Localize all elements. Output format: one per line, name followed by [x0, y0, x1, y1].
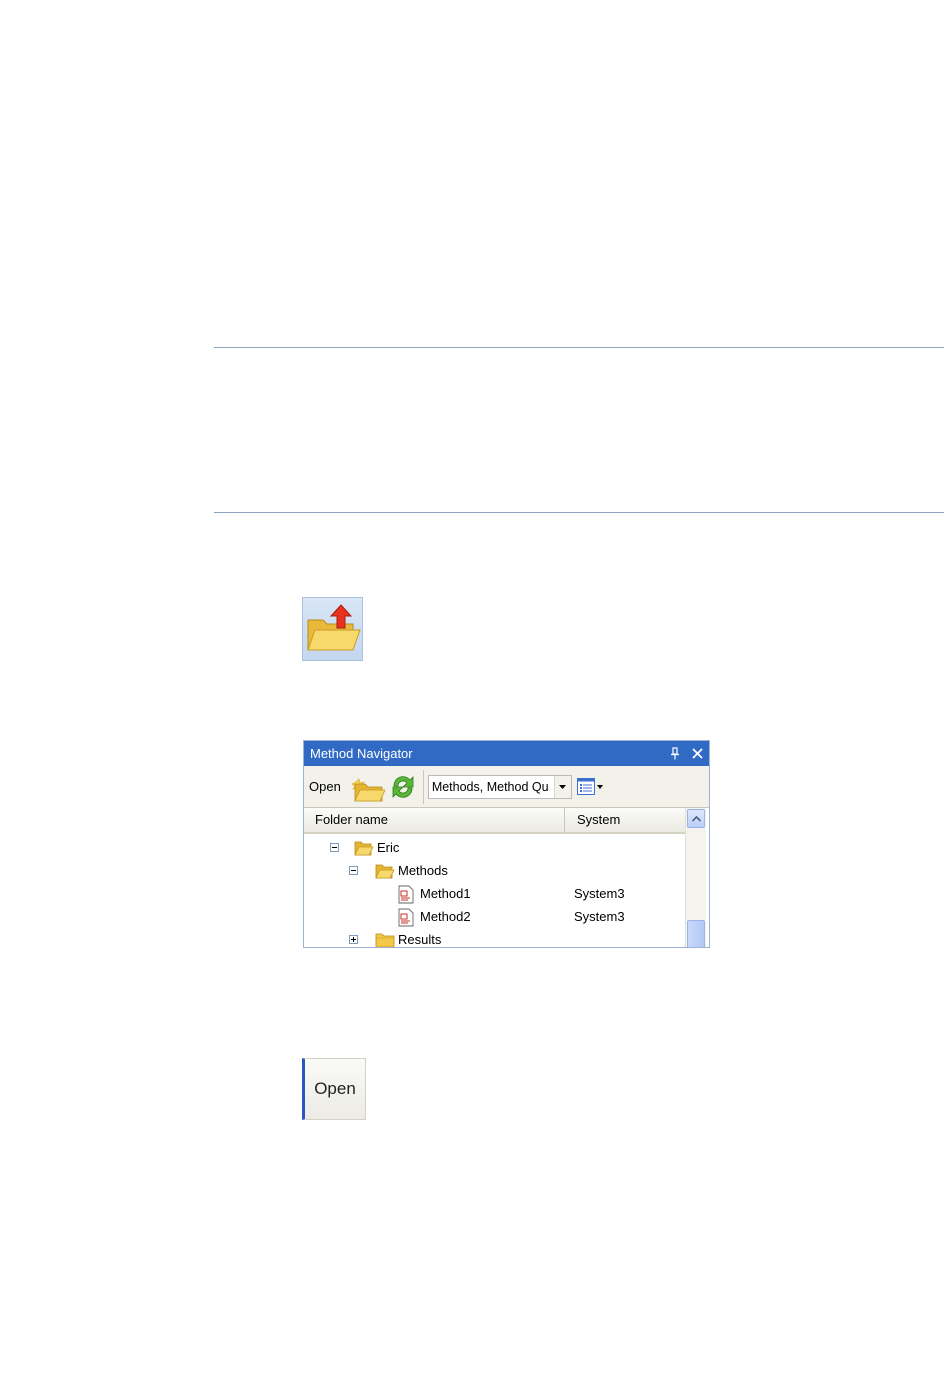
close-icon[interactable] — [691, 747, 703, 761]
tree-row-method1[interactable]: Method1 System3 — [304, 882, 685, 905]
tree-row-label: Eric — [377, 840, 400, 855]
refresh-icon[interactable] — [385, 769, 421, 805]
panel-titlebar: Method Navigator — [304, 741, 709, 766]
tree-row-label: Methods — [398, 863, 448, 878]
navigator-toolbar: Open Methods, Method Qu — [304, 766, 709, 808]
tree-row-results[interactable]: Results — [304, 928, 685, 947]
scrollbar-thumb[interactable] — [687, 920, 705, 947]
column-header-system[interactable]: System — [565, 808, 685, 832]
open-folder-icon — [354, 839, 374, 857]
open-button[interactable]: Open — [302, 1058, 366, 1120]
section-divider-bottom — [214, 512, 944, 513]
collapse-icon[interactable] — [330, 843, 339, 852]
column-header-folder-name[interactable]: Folder name — [304, 808, 565, 832]
method-file-icon — [397, 885, 417, 904]
open-folder-icon[interactable] — [302, 597, 363, 661]
folder-tree-list: Folder name System Eric Methods Method1 … — [304, 808, 685, 947]
tree-row-methods[interactable]: Methods — [304, 859, 685, 882]
chevron-down-icon — [596, 784, 603, 789]
filter-dropdown[interactable]: Methods, Method Qu — [427, 774, 572, 799]
tree-row-label: Method1 — [420, 886, 471, 901]
tree-row-label: Results — [398, 932, 442, 947]
new-folder-icon[interactable] — [349, 769, 385, 805]
column-header-row: Folder name System — [304, 808, 685, 834]
pin-icon[interactable] — [669, 747, 681, 761]
tree-row-system: System3 — [574, 886, 625, 901]
open-folder-icon — [375, 862, 395, 880]
tree-row-system: System3 — [574, 909, 625, 924]
section-divider-top — [214, 347, 944, 348]
scroll-up-button[interactable] — [687, 809, 705, 828]
filter-dropdown-value: Methods, Method Qu — [431, 779, 549, 794]
panel-title: Method Navigator — [310, 746, 413, 761]
method-navigator-panel: Method Navigator Open Methods, Method Qu… — [303, 740, 710, 948]
toolbar-separator — [422, 769, 424, 804]
vertical-scrollbar[interactable] — [685, 808, 706, 947]
tree-row-label: Method2 — [420, 909, 471, 924]
expand-icon[interactable] — [349, 935, 358, 944]
collapse-icon[interactable] — [349, 866, 358, 875]
folder-icon — [375, 931, 395, 947]
toolbar-open-label[interactable]: Open — [309, 779, 341, 794]
chevron-down-icon[interactable] — [553, 775, 571, 798]
view-list-icon — [576, 778, 595, 795]
tree-row-eric[interactable]: Eric — [304, 836, 685, 859]
tree-row-method2[interactable]: Method2 System3 — [304, 905, 685, 928]
method-file-icon — [397, 908, 417, 927]
view-options-button[interactable] — [576, 778, 603, 795]
chevron-up-icon — [691, 815, 701, 822]
